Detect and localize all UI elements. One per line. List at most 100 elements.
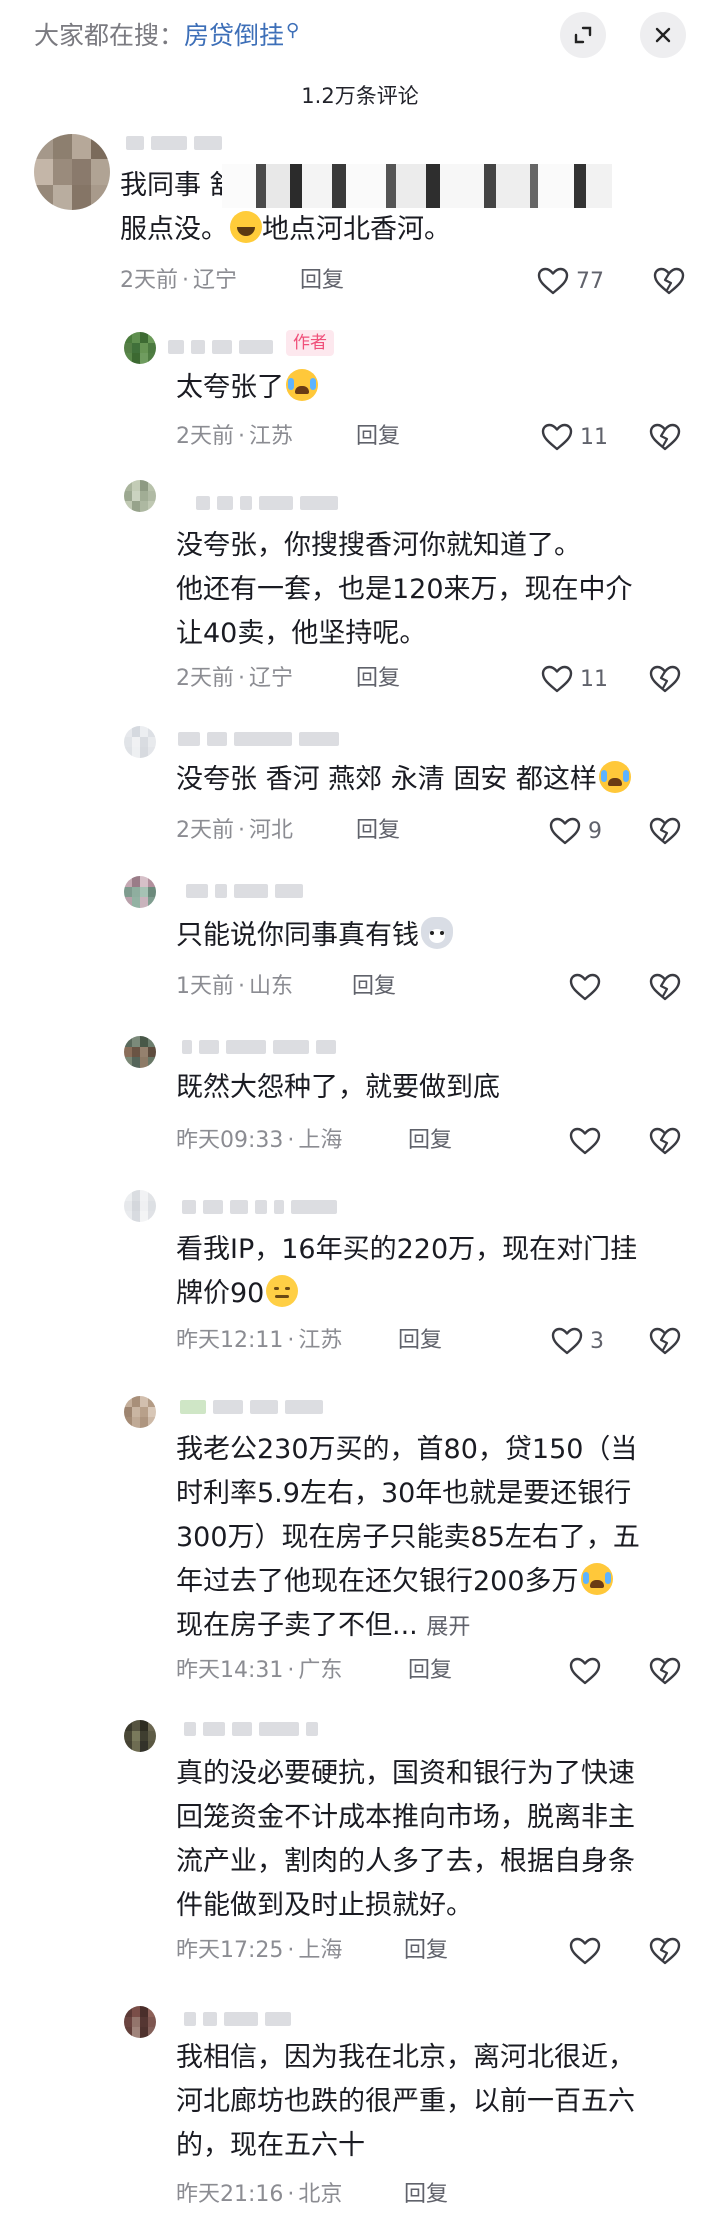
heart-icon <box>569 973 601 1001</box>
heart-icon <box>537 267 569 295</box>
comment-meta: 2天前 · 河北 <box>176 818 294 843</box>
like-button[interactable] <box>568 1124 602 1158</box>
like-button[interactable] <box>568 1934 602 1968</box>
laugh-cry-emoji <box>580 1563 613 1595</box>
username-redacted <box>182 1040 336 1054</box>
reply-button[interactable]: 回复 <box>408 1656 452 1686</box>
laugh-cry-emoji <box>598 761 631 793</box>
redacted-text <box>222 164 612 208</box>
reply-button[interactable]: 回复 <box>408 1126 452 1156</box>
like-count: 9 <box>588 818 602 844</box>
comment-text: 没夸张，你搜搜香河你就知道了。 他还有一套，也是120来万，现在中介 让40卖，… <box>176 530 633 649</box>
comment-text: 没夸张 香河 燕郊 永清 固安 都这样 <box>176 758 716 802</box>
reply-button[interactable]: 回复 <box>398 1326 442 1356</box>
reply-button[interactable]: 回复 <box>300 266 344 296</box>
reply-button[interactable]: 回复 <box>356 816 400 846</box>
expand-link[interactable]: 展开 <box>426 1615 470 1640</box>
dislike-button[interactable] <box>648 1936 682 1966</box>
reply-button[interactable]: 回复 <box>404 1936 448 1966</box>
avatar[interactable] <box>124 2006 156 2038</box>
avatar[interactable] <box>124 1396 156 1428</box>
like-count: 77 <box>576 268 604 294</box>
avatar[interactable] <box>124 726 156 758</box>
like-button[interactable] <box>568 1654 602 1688</box>
avatar[interactable] <box>124 1036 156 1068</box>
like-button[interactable]: 11 <box>540 662 608 696</box>
username-redacted <box>184 2012 291 2026</box>
username-redacted <box>178 732 339 746</box>
heart-icon <box>551 1327 583 1355</box>
comment-text: 真的没必要硬抗，国资和银行为了快速 回笼资金不计成本推向市场，脱离非主 流产业，… <box>176 1758 635 1921</box>
broken-heart-icon <box>649 973 681 1001</box>
avatar[interactable] <box>124 480 156 512</box>
comment-meta: 昨天12:11 · 江苏 <box>176 1328 343 1353</box>
husky-emoji <box>421 917 453 949</box>
search-prefix: 大家都在搜： <box>34 21 185 50</box>
dislike-button[interactable] <box>648 972 682 1002</box>
comment-meta: 昨天17:25 · 上海 <box>176 1938 343 1963</box>
comment-text: 太夸张了 <box>176 366 716 410</box>
like-button[interactable] <box>568 970 602 1004</box>
like-button[interactable]: 11 <box>540 420 608 454</box>
broken-heart-icon <box>649 1127 681 1155</box>
dislike-button[interactable] <box>648 1656 682 1686</box>
comment-text: 我老公230万买的，首80，贷150（当 时利率5.9左右，30年也就是要还银行… <box>176 1434 640 1641</box>
smile-emoji <box>230 211 262 243</box>
dislike-button[interactable] <box>648 1326 682 1356</box>
broken-heart-icon <box>649 1937 681 1965</box>
heart-icon <box>569 1657 601 1685</box>
heart-icon <box>569 1937 601 1965</box>
like-button[interactable]: 77 <box>536 264 604 298</box>
comment-meta: 2天前 · 江苏 <box>176 424 294 449</box>
username-redacted <box>186 884 303 898</box>
comment-text: 看我IP，16年买的220万，现在对门挂 牌价90 <box>176 1234 638 1309</box>
dislike-button[interactable] <box>648 422 682 452</box>
dislike-button[interactable] <box>648 1126 682 1156</box>
comment-text: 既然大怨种了，就要做到底 <box>176 1072 500 1103</box>
reply-button[interactable]: 回复 <box>352 972 396 1002</box>
heart-icon <box>541 423 573 451</box>
username-redacted <box>180 1400 323 1414</box>
avatar[interactable] <box>124 876 156 908</box>
heart-icon <box>569 1127 601 1155</box>
like-count: 11 <box>580 424 608 450</box>
broken-heart-icon <box>649 1657 681 1685</box>
like-button[interactable]: 9 <box>548 814 602 848</box>
heart-icon <box>549 817 581 845</box>
speechless-emoji <box>266 1275 299 1307</box>
reply-button[interactable]: 回复 <box>404 2180 448 2210</box>
fullscreen-button[interactable] <box>560 12 606 58</box>
comment-meta: 2天前 · 辽宁 <box>120 268 238 293</box>
laugh-cry-emoji <box>286 369 318 401</box>
username-redacted <box>126 136 222 150</box>
heart-icon <box>541 665 573 693</box>
comment-meta: 2天前 · 辽宁 <box>176 666 294 691</box>
like-count: 3 <box>590 1328 604 1354</box>
dislike-button[interactable] <box>652 266 686 296</box>
avatar[interactable] <box>124 332 156 364</box>
dislike-button[interactable] <box>648 816 682 846</box>
close-button[interactable] <box>640 12 686 58</box>
reply-button[interactable]: 回复 <box>356 664 400 694</box>
username-redacted <box>182 1200 337 1214</box>
like-count: 11 <box>580 666 608 692</box>
comment-meta: 1天前 · 山东 <box>176 974 294 999</box>
reply-button[interactable]: 回复 <box>356 422 400 452</box>
comment-meta: 昨天21:16 · 北京 <box>176 2182 343 2207</box>
avatar[interactable] <box>34 134 110 210</box>
comments-header: 大家都在搜：房贷倒挂 ⚲ 1.2万条评论 <box>0 0 720 120</box>
like-button[interactable]: 3 <box>550 1324 604 1358</box>
search-icon: ⚲ <box>286 20 300 41</box>
search-keyword[interactable]: 房贷倒挂 <box>184 21 284 50</box>
avatar[interactable] <box>124 1190 156 1222</box>
broken-heart-icon <box>649 817 681 845</box>
search-suggestion[interactable]: 大家都在搜：房贷倒挂 ⚲ <box>34 16 299 52</box>
author-tag: 作者 <box>286 330 334 356</box>
broken-heart-icon <box>653 267 685 295</box>
avatar[interactable] <box>124 1720 156 1752</box>
broken-heart-icon <box>649 1327 681 1355</box>
username-redacted <box>184 1722 318 1736</box>
comment-meta: 昨天09:33 · 上海 <box>176 1128 343 1153</box>
dislike-button[interactable] <box>648 664 682 694</box>
close-icon <box>655 27 671 43</box>
